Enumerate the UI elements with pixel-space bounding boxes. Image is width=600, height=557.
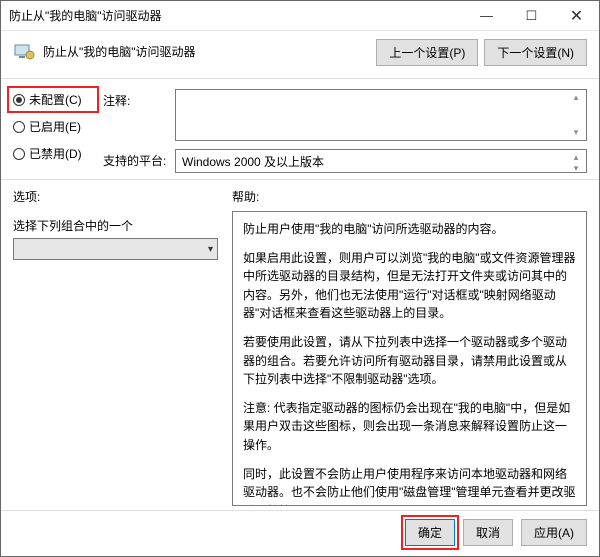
titlebar-buttons: ― ☐ ✕ bbox=[464, 1, 599, 30]
platform-value: Windows 2000 及以上版本 bbox=[182, 153, 324, 170]
drive-combo-dropdown[interactable]: ▾ bbox=[13, 238, 218, 260]
header: 防止从"我的电脑"访问驱动器 上一个设置(P) 下一个设置(N) bbox=[1, 31, 599, 79]
help-paragraph: 同时，此设置不会防止用户使用程序来访问本地驱动器和网络驱动器。也不会防止他们使用… bbox=[243, 465, 576, 506]
chevron-down-icon: ▾ bbox=[208, 244, 213, 255]
titlebar: 防止从"我的电脑"访问驱动器 ― ☐ ✕ bbox=[1, 1, 599, 31]
policy-icon bbox=[13, 41, 35, 63]
radio-icon bbox=[13, 121, 25, 133]
dialog-footer: 确定 取消 应用(A) bbox=[1, 510, 599, 556]
radio-enabled[interactable]: 已启用(E) bbox=[13, 118, 93, 135]
supported-platform-box: Windows 2000 及以上版本 ▴▾ bbox=[175, 149, 587, 173]
help-label: 帮助: bbox=[232, 188, 587, 205]
radio-label: 未配置(C) bbox=[29, 91, 82, 108]
platform-label: 支持的平台: bbox=[103, 149, 167, 173]
help-paragraph: 若要使用此设置，请从下拉列表中选择一个驱动器或多个驱动器的组合。若要允许访问所有… bbox=[243, 333, 576, 389]
radio-not-configured[interactable]: 未配置(C) bbox=[10, 89, 96, 110]
scrollbar[interactable]: ▴▾ bbox=[568, 152, 584, 170]
apply-button[interactable]: 应用(A) bbox=[521, 519, 587, 546]
comment-label: 注释: bbox=[103, 89, 167, 141]
lower-section: 选项: 选择下列组合中的一个 ▾ 帮助: 防止用户使用"我的电脑"访问所选驱动器… bbox=[1, 180, 599, 510]
minimize-button[interactable]: ― bbox=[464, 1, 509, 30]
help-paragraph: 如果启用此设置，则用户可以浏览"我的电脑"或文件资源管理器中所选驱动器的目录结构… bbox=[243, 249, 576, 323]
radio-icon bbox=[13, 148, 25, 160]
cancel-button[interactable]: 取消 bbox=[463, 519, 513, 546]
maximize-button[interactable]: ☐ bbox=[509, 1, 554, 30]
prev-setting-button[interactable]: 上一个设置(P) bbox=[376, 39, 478, 66]
help-paragraph: 注意: 代表指定驱动器的图标仍会出现在"我的电脑"中，但是如果用户双击这些图标，… bbox=[243, 399, 576, 455]
dialog-window: 防止从"我的电脑"访问驱动器 ― ☐ ✕ 防止从"我的电脑"访问驱动器 上一个设… bbox=[0, 0, 600, 557]
state-radio-group: 未配置(C) 已启用(E) 已禁用(D) bbox=[13, 89, 93, 173]
comment-textarea[interactable]: ▴▾ bbox=[175, 89, 587, 141]
next-setting-button[interactable]: 下一个设置(N) bbox=[484, 39, 587, 66]
close-button[interactable]: ✕ bbox=[554, 1, 599, 30]
options-label: 选项: bbox=[13, 188, 218, 205]
help-textbox: 防止用户使用"我的电脑"访问所选驱动器的内容。 如果启用此设置，则用户可以浏览"… bbox=[232, 211, 587, 506]
help-paragraph: 防止用户使用"我的电脑"访问所选驱动器的内容。 bbox=[243, 220, 576, 239]
ok-button[interactable]: 确定 bbox=[405, 519, 455, 546]
window-title: 防止从"我的电脑"访问驱动器 bbox=[9, 7, 464, 24]
radio-label: 已禁用(D) bbox=[29, 145, 82, 162]
combo-label: 选择下列组合中的一个 bbox=[13, 217, 218, 234]
radio-icon bbox=[13, 94, 25, 106]
header-title: 防止从"我的电脑"访问驱动器 bbox=[43, 39, 368, 60]
config-section: 未配置(C) 已启用(E) 已禁用(D) 注释: ▴▾ 支持的平台: Wi bbox=[1, 79, 599, 180]
radio-disabled[interactable]: 已禁用(D) bbox=[13, 145, 93, 162]
radio-label: 已启用(E) bbox=[29, 118, 81, 135]
scrollbar[interactable]: ▴▾ bbox=[568, 92, 584, 138]
